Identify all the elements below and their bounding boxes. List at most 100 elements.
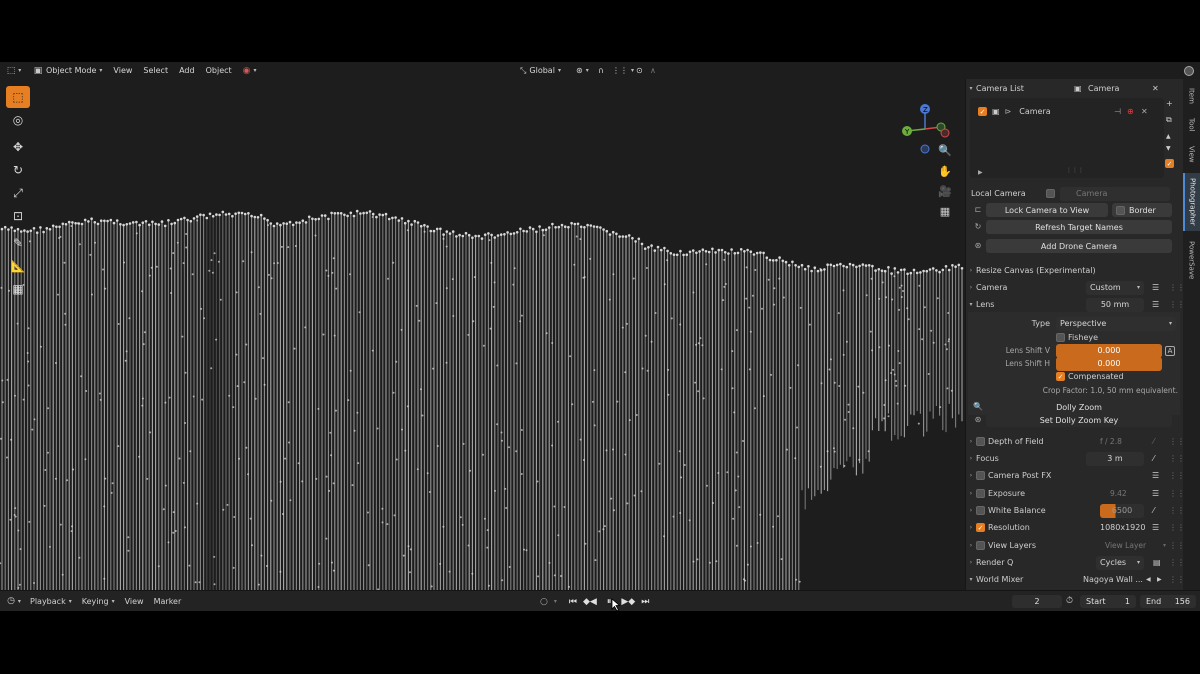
scale-tool[interactable]: ⤢ bbox=[6, 182, 30, 204]
white-balance-section[interactable]: › White Balance 6500 ⁄ ⋮⋮ bbox=[966, 503, 1183, 518]
lens-field[interactable]: 50 mm bbox=[1086, 297, 1144, 312]
view-menu[interactable]: View bbox=[125, 597, 144, 606]
current-frame-field[interactable]: 2 bbox=[1012, 595, 1062, 608]
camera-preset-dropdown[interactable]: Custom ▾ bbox=[1086, 280, 1144, 295]
select-box-tool[interactable]: ⬚ bbox=[6, 86, 30, 108]
lock-camera-button[interactable]: Lock Camera to View bbox=[986, 203, 1108, 217]
add-drone-button[interactable]: Add Drone Camera bbox=[986, 239, 1172, 253]
3d-viewport[interactable]: ⬚ ◎ ✥ ↻ ⤢ ⊡ ✎ 📐 ▦ Z Y 🔍 ✋ 🎥 ▦ bbox=[0, 79, 965, 590]
move-tool[interactable]: ✥ bbox=[6, 136, 30, 158]
start-frame-field[interactable]: Start 1 bbox=[1080, 595, 1136, 608]
stopwatch-icon[interactable]: ⏱ bbox=[1066, 596, 1073, 606]
resize-canvas-section[interactable]: › Resize Canvas (Experimental) bbox=[966, 263, 1183, 278]
mode-dropdown[interactable]: ▣ Object Mode ▾ bbox=[32, 65, 103, 77]
resolution-checkbox[interactable]: ✓ bbox=[976, 523, 985, 532]
next-icon[interactable]: ▶ bbox=[1157, 576, 1162, 583]
measure-tool[interactable]: 📐 bbox=[6, 255, 30, 277]
copy-camera-icon[interactable]: ⧉ bbox=[1166, 115, 1172, 125]
white-balance-checkbox[interactable] bbox=[976, 506, 985, 515]
camera-list-item[interactable]: ✓ ▣ ⊳ Camera ⊣ ⊕ ✕ bbox=[966, 104, 1183, 119]
resize-grip-icon[interactable]: ⋮⋮⋮ bbox=[1066, 167, 1084, 174]
drag-handle-icon[interactable]: ⋮⋮ bbox=[1169, 437, 1183, 446]
expand-list-icon[interactable]: ▶ bbox=[978, 169, 983, 176]
compensated-row[interactable]: ✓ Compensated bbox=[966, 369, 1183, 384]
transform-tool[interactable]: ⊡ bbox=[6, 205, 30, 227]
drag-handle-icon[interactable]: ⋮⋮ bbox=[1169, 300, 1183, 309]
list-menu-icon[interactable]: ☰ bbox=[1152, 300, 1159, 309]
tab-item[interactable]: Item bbox=[1183, 83, 1200, 109]
jump-end-icon[interactable]: ⏭ bbox=[641, 597, 649, 607]
annotate-tool[interactable]: ✎ bbox=[6, 232, 30, 254]
record-icon[interactable]: ○ bbox=[540, 597, 548, 607]
previous-icon[interactable]: ◀ bbox=[1146, 576, 1151, 583]
tab-tool[interactable]: Tool bbox=[1183, 112, 1200, 138]
drag-handle-icon[interactable]: ⋮⋮ bbox=[1169, 575, 1183, 584]
rendered-shading-icon[interactable] bbox=[1184, 65, 1194, 76]
camera-view-icon[interactable]: 🎥 bbox=[935, 182, 955, 200]
drag-handle-icon[interactable]: ⋮⋮ bbox=[1169, 506, 1183, 515]
world-mixer-section[interactable]: ▾ World Mixer Nagoya Wall ... ◀ ▶ ⋮⋮ bbox=[966, 572, 1183, 587]
focus-target-icon[interactable]: ⊕ bbox=[1127, 107, 1134, 116]
auto-icon[interactable]: A bbox=[1165, 345, 1175, 356]
camera-list-header[interactable]: ▾ Camera List ▣ Camera ✕ bbox=[966, 81, 1183, 96]
close-icon[interactable]: ✕ bbox=[1152, 84, 1159, 93]
keying-menu[interactable]: Keying ▾ bbox=[82, 597, 115, 606]
eyedropper-icon[interactable]: ⁄ bbox=[1153, 454, 1154, 463]
resolution-section[interactable]: › ✓ Resolution 1080x1920 ☰ ⋮⋮ bbox=[966, 520, 1183, 535]
render-icon[interactable]: ▤ bbox=[1153, 558, 1161, 567]
pivot-dropdown[interactable]: ⊛ ▾ bbox=[576, 66, 589, 75]
list-menu-icon[interactable]: ☰ bbox=[1152, 489, 1159, 498]
prev-keyframe-icon[interactable]: ◆◀ bbox=[583, 597, 597, 607]
eyedropper-icon[interactable]: ⁄ bbox=[1153, 437, 1154, 446]
add-camera-icon[interactable]: + bbox=[1166, 99, 1173, 108]
exposure-checkbox[interactable] bbox=[976, 489, 985, 498]
orientation-dropdown[interactable]: ⤡ Global ▾ bbox=[520, 66, 561, 76]
eyedropper-icon[interactable]: ⁄ bbox=[1153, 506, 1154, 515]
type-dropdown[interactable]: Perspective ▾ bbox=[1056, 316, 1176, 331]
toggle-list-checkbox[interactable]: ✓ bbox=[1165, 159, 1174, 168]
local-camera-checkbox[interactable] bbox=[1046, 189, 1055, 198]
dolly-zoom-button[interactable]: Dolly Zoom bbox=[986, 400, 1172, 414]
menu-select[interactable]: Select bbox=[143, 66, 168, 75]
refresh-target-button[interactable]: Refresh Target Names bbox=[986, 220, 1172, 234]
tab-view[interactable]: View bbox=[1183, 141, 1200, 167]
proportional-toggle[interactable]: ⊙ bbox=[636, 66, 643, 75]
marker-menu[interactable]: Marker bbox=[154, 597, 182, 606]
dof-checkbox[interactable] bbox=[976, 437, 985, 446]
render-q-section[interactable]: › Render Q Cycles▾ ▤ ⋮⋮ bbox=[966, 555, 1183, 570]
list-menu-icon[interactable]: ☰ bbox=[1152, 283, 1159, 292]
pan-hand-icon[interactable]: ✋ bbox=[935, 162, 955, 180]
ortho-grid-icon[interactable]: ▦ bbox=[935, 202, 955, 220]
rotate-tool[interactable]: ↻ bbox=[6, 159, 30, 181]
view-layers-checkbox[interactable] bbox=[976, 541, 985, 550]
drag-handle-icon[interactable]: ⋮⋮ bbox=[1169, 558, 1183, 567]
zoom-icon[interactable]: 🔍 bbox=[935, 141, 955, 159]
menu-view[interactable]: View bbox=[113, 66, 132, 75]
menu-object[interactable]: Object bbox=[206, 66, 232, 75]
drag-handle-icon[interactable]: ⋮⋮ bbox=[1169, 489, 1183, 498]
snap-toggle[interactable]: ∩ bbox=[598, 66, 604, 75]
drag-handle-icon[interactable]: ⋮⋮ bbox=[1169, 523, 1183, 532]
move-down-icon[interactable]: ▼ bbox=[1166, 145, 1171, 152]
drag-handle-icon[interactable]: ⋮⋮ bbox=[1169, 471, 1183, 480]
post-fx-section[interactable]: › Camera Post FX ☰ ⋮⋮ bbox=[966, 468, 1183, 483]
falloff-dropdown[interactable]: ∧ bbox=[650, 66, 656, 75]
white-balance-field[interactable]: 6500 bbox=[1100, 503, 1144, 518]
list-menu-icon[interactable]: ☰ bbox=[1152, 471, 1159, 480]
snap-dropdown[interactable]: ⋮⋮ ▾ bbox=[612, 66, 634, 75]
camera-enabled-checkbox[interactable]: ✓ bbox=[978, 107, 987, 116]
remove-camera-icon[interactable]: ✕ bbox=[1141, 107, 1148, 116]
dof-section[interactable]: › Depth of Field f / 2.8 ⁄ ⋮⋮ bbox=[966, 434, 1183, 449]
lens-section[interactable]: ▾ Lens 50 mm ☰ ⋮⋮ bbox=[966, 297, 1183, 312]
next-keyframe-icon[interactable]: ▶◆ bbox=[621, 597, 635, 607]
jump-start-icon[interactable]: ⏮ bbox=[569, 597, 577, 607]
clock-icon[interactable]: ◷ ▾ bbox=[7, 595, 21, 607]
editor-type-icon[interactable]: ⬚ ▾ bbox=[7, 65, 22, 77]
move-up-icon[interactable]: ▲ bbox=[1166, 133, 1171, 140]
focus-field[interactable]: 3 m bbox=[1086, 451, 1144, 466]
exposure-section[interactable]: › Exposure 9.42 ☰ ⋮⋮ bbox=[966, 486, 1183, 501]
border-toggle[interactable]: Border bbox=[1112, 203, 1172, 217]
add-cube-tool[interactable]: ▦ bbox=[6, 278, 30, 300]
local-camera-field[interactable]: Camera bbox=[1060, 186, 1170, 201]
menu-add[interactable]: Add bbox=[179, 66, 195, 75]
